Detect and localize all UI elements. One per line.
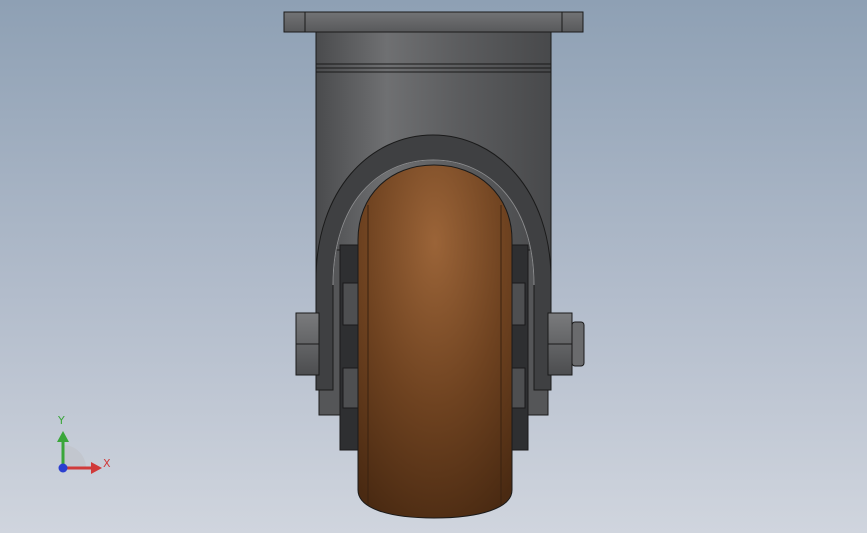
z-axis-dot [58,463,68,473]
axle-bolt[interactable] [295,312,320,376]
wheel-tread[interactable] [357,164,513,519]
x-axis-arrowhead [91,462,102,474]
y-axis-arrowhead [57,431,69,442]
triad-x-label: X [103,457,111,470]
caster-wheel-model[interactable] [0,0,867,533]
axle-nut[interactable] [547,312,585,376]
orientation-triad [57,431,102,474]
top-plate[interactable] [283,11,584,33]
cad-viewport[interactable]: Y X [0,0,867,533]
triad-arc-shape [63,445,86,468]
triad-y-label: Y [58,414,65,427]
